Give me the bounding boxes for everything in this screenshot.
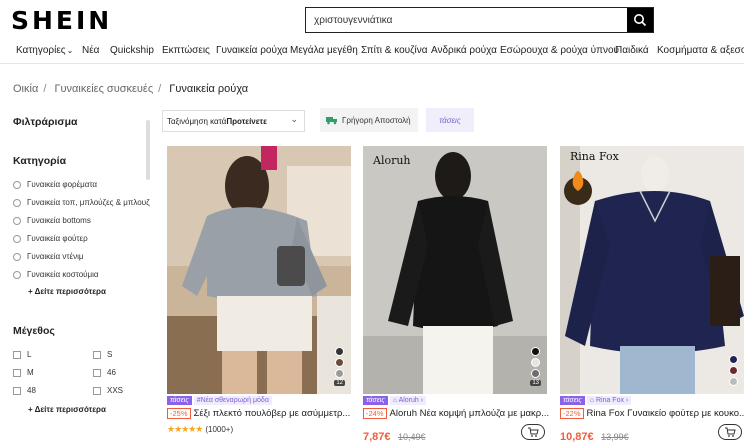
nav-item-jewelry[interactable]: Κοσμήματα & αξεσουάρ xyxy=(657,45,744,56)
product-badges: τάσεις #Νέα σθεναρωρή μόδα xyxy=(167,396,272,405)
product-title[interactable]: -24% Aloruh Νέα κομψή μπλούζα με μακρ... xyxy=(363,408,553,419)
search-button[interactable] xyxy=(627,8,653,32)
brand-watermark: Rina Fox xyxy=(570,150,619,163)
product-price: 10,87€ 13,99€ xyxy=(560,431,629,443)
product-image[interactable]: 12 xyxy=(167,146,351,394)
product-badges: τάσεις ⌂ Aloruh › xyxy=(363,396,427,405)
product-image[interactable]: Rina Fox xyxy=(560,146,744,394)
color-swatches[interactable]: 12 xyxy=(334,347,345,386)
product-image[interactable]: Aloruh 13 xyxy=(363,146,547,394)
nav-item-women[interactable]: Γυναικεία ρούχα xyxy=(216,45,288,56)
nav-item-new[interactable]: Νέα xyxy=(82,45,99,56)
breadcrumb-current: Γυναικεία ρούχα xyxy=(169,83,249,95)
size-option[interactable]: 46 xyxy=(93,368,116,377)
shein-logo[interactable]: SHEIN xyxy=(11,6,112,35)
sidebar-scrollbar[interactable] xyxy=(146,120,150,180)
nav-item-quickship[interactable]: Quickship xyxy=(110,45,154,56)
nav-item-underwear[interactable]: Εσώρουχα & ρούχα ύπνου xyxy=(500,45,619,56)
store-icon: ⌂ xyxy=(589,397,595,404)
cart-icon xyxy=(725,427,736,437)
nav-item-plus-size[interactable]: Μεγάλα μεγέθη xyxy=(290,45,358,56)
search-input[interactable] xyxy=(306,8,627,32)
product-rating: ★★★★★ (1000+) xyxy=(167,424,234,434)
category-option[interactable]: Γυναικεία τοπ, μπλούζες & μπλουζ xyxy=(13,198,150,207)
trends-filter[interactable]: τάσεις xyxy=(426,108,474,132)
color-swatches[interactable]: 13 xyxy=(530,347,541,386)
see-more-categories[interactable]: + Δείτε περισσότερα xyxy=(28,287,106,296)
search-bar xyxy=(305,7,654,33)
see-more-sizes[interactable]: + Δείτε περισσότερα xyxy=(28,405,106,414)
color-swatches[interactable] xyxy=(729,355,738,386)
add-to-cart-button[interactable] xyxy=(521,424,545,440)
breadcrumb-women-devices[interactable]: Γυναικείες συσκευές xyxy=(54,83,153,95)
product-badges: τάσεις ⌂ Rina Fox › xyxy=(560,396,632,405)
category-option[interactable]: Γυναικεία bottoms xyxy=(13,216,91,225)
sort-dropdown[interactable]: Ταξινόμηση κατά Προτείνετε ⌄ xyxy=(162,110,305,132)
nav-item-men[interactable]: Ανδρικά ρούχα xyxy=(431,45,497,56)
breadcrumb: Οικία / Γυναικείες συσκευές / Γυναικεία ρο… xyxy=(13,83,249,95)
breadcrumb-home[interactable]: Οικία xyxy=(13,83,38,95)
main-nav: Κατηγορίες⌄ Νέα Quickship Εκπτώσεις Γυνα… xyxy=(0,40,744,64)
add-to-cart-button[interactable] xyxy=(718,424,742,440)
size-option[interactable]: 48 xyxy=(13,386,36,395)
chevron-down-icon: ⌄ xyxy=(66,46,74,55)
nav-item-sale[interactable]: Εκπτώσεις xyxy=(162,45,210,56)
category-option[interactable]: Γυναικεία ντένιμ xyxy=(13,252,84,261)
size-title: Μέγεθος xyxy=(13,325,55,337)
nav-item-categories[interactable]: Κατηγορίες⌄ xyxy=(16,45,73,56)
size-option[interactable]: M xyxy=(13,368,34,377)
product-title[interactable]: -25% Σέξι πλεκτό πουλόβερ με ασύμμετρ... xyxy=(167,408,357,419)
header: SHEIN xyxy=(0,0,744,40)
brand-watermark: Aloruh xyxy=(373,154,411,167)
product-price: 7,87€ 10,49€ xyxy=(363,431,426,443)
product-title[interactable]: -22% Rina Fox Γυναικείο φούτερ με κουκο.… xyxy=(560,408,744,419)
filter-title: Φιλτράρισμα xyxy=(13,116,78,128)
star-rating-icon: ★★★★★ xyxy=(167,424,203,434)
store-icon: ⌂ xyxy=(392,397,398,404)
category-title: Κατηγορία xyxy=(13,155,67,167)
category-option[interactable]: Γυναικεία φορέματα xyxy=(13,180,97,189)
truck-icon xyxy=(326,116,337,124)
size-option[interactable]: S xyxy=(93,350,112,359)
nav-item-home[interactable]: Σπίτι & κουζίνα xyxy=(361,45,428,56)
size-option[interactable]: L xyxy=(13,350,31,359)
nav-item-kids[interactable]: Παιδικά xyxy=(615,45,649,56)
cart-icon xyxy=(528,427,539,437)
chevron-down-icon: ⌄ xyxy=(290,114,298,124)
search-icon xyxy=(634,14,647,27)
category-option[interactable]: Γυναικεία φούτερ xyxy=(13,234,88,243)
category-option[interactable]: Γυναικεία κοστούμια xyxy=(13,270,99,279)
size-option[interactable]: XXS xyxy=(93,386,123,395)
fast-shipping-filter[interactable]: Γρήγορη Αποστολή xyxy=(320,108,418,132)
